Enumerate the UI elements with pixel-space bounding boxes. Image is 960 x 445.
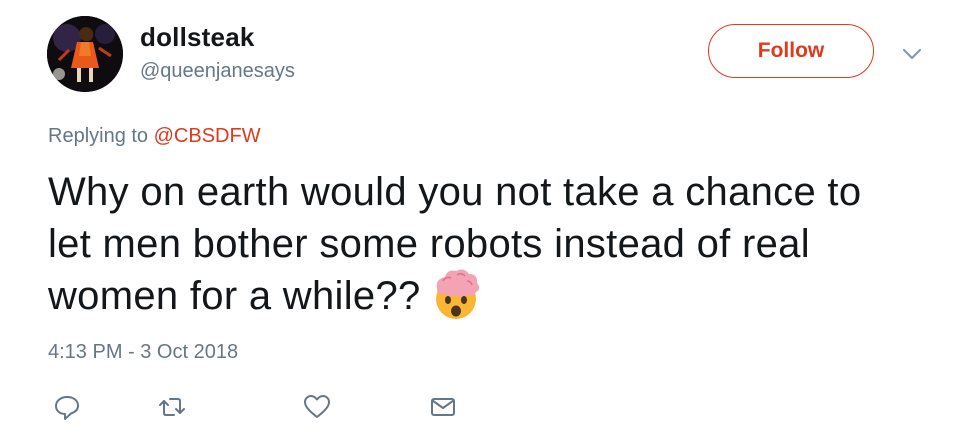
user-handle[interactable]: @queenjanesays — [140, 60, 295, 83]
tweet-line: let men bother some robots instead of re… — [48, 222, 810, 266]
timestamp[interactable]: 4:13 PM - 3 Oct 2018 — [48, 341, 238, 364]
reply-to-link[interactable]: @CBSDFW — [154, 125, 261, 147]
reply-icon[interactable] — [52, 392, 82, 422]
display-name[interactable]: dollsteak — [140, 22, 255, 53]
avatar[interactable] — [47, 16, 123, 92]
exploding-head-emoji — [429, 267, 483, 321]
tweet-line-text: women for a while?? — [48, 274, 421, 318]
reply-prefix: Replying to — [48, 125, 149, 147]
direct-message-icon[interactable] — [428, 392, 458, 422]
tweet-line-last: women for a while?? — [48, 267, 948, 325]
tweet-text: Why on earth would you not take a chance… — [48, 166, 948, 325]
like-icon[interactable] — [302, 392, 332, 422]
action-bar — [0, 392, 960, 422]
chevron-down-icon[interactable] — [899, 44, 925, 64]
retweet-icon[interactable] — [157, 392, 187, 422]
reply-context: Replying to @CBSDFW — [48, 125, 261, 148]
tweet-line: Why on earth would you not take a chance… — [48, 170, 862, 214]
follow-button[interactable]: Follow — [708, 24, 874, 78]
